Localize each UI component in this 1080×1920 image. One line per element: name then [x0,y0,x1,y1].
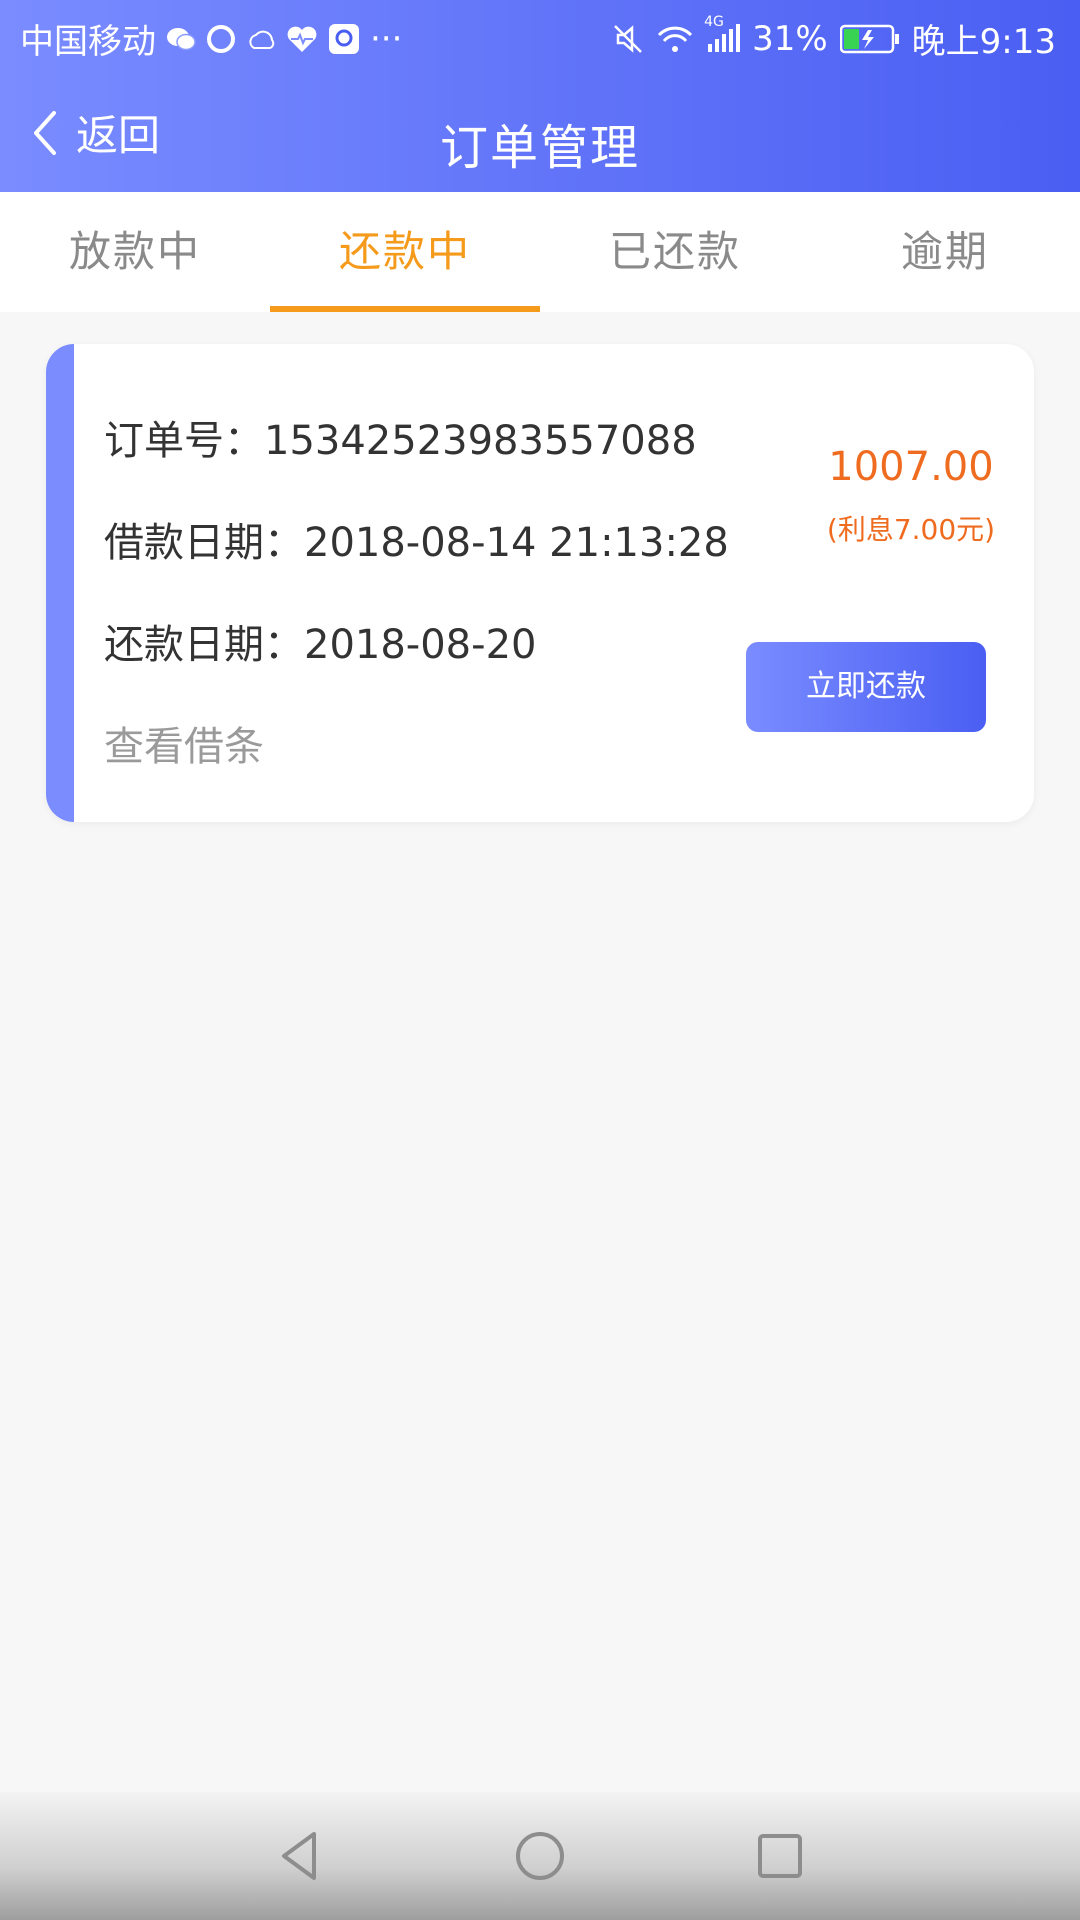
app-icon [328,23,360,55]
navigation-bar: 返回 订单管理 [0,72,1080,192]
battery-percent: 31% [752,18,828,59]
carrier-label: 中国移动 [20,22,156,62]
interest-amount: (利息7.00元) [826,513,996,546]
signal-icon: 4G [704,14,741,54]
repay-date-value: 2018-08-20 [304,622,537,668]
loan-date-row: 借款日期：2018-08-14 21:13:28 [104,510,729,568]
browser-icon [206,24,236,54]
more-icon: ··· [370,18,403,59]
tab-repaying[interactable]: 还款中 [270,192,540,312]
home-circle-icon[interactable] [510,1826,570,1886]
tab-overdue[interactable]: 逾期 [810,192,1080,312]
tab-bar: 放款中 还款中 已还款 逾期 [0,192,1080,312]
page-title: 订单管理 [439,120,640,176]
mute-icon [612,23,644,55]
wifi-icon [656,24,694,54]
network-type-label: 4G [704,13,724,30]
view-loan-note-link[interactable]: 查看借条 [104,714,264,772]
loan-date-value: 2018-08-14 21:13:28 [304,520,729,566]
tab-disbursing[interactable]: 放款中 [0,192,270,312]
recents-square-icon[interactable] [750,1826,810,1886]
repay-amount: 1007.00 [828,444,994,490]
battery-icon [839,24,900,54]
repay-now-button[interactable]: 立即还款 [746,642,986,732]
weather-icon [246,26,276,52]
app-header: 中国移动 ··· 4G 31% 晚上9:13 返回 订单管理 [0,0,1080,192]
order-card: 订单号：15342523983557088 借款日期：2018-08-14 21… [46,344,1034,822]
system-navigation-bar [0,1792,1080,1920]
loan-date-label: 借款日期： [104,520,304,566]
wechat-icon [166,25,196,53]
clock: 晚上9:13 [911,22,1056,62]
repay-date-label: 还款日期： [104,622,304,668]
health-icon [286,25,318,53]
back-triangle-icon[interactable] [270,1826,330,1886]
order-number-value: 15342523983557088 [264,418,697,464]
card-accent-bar [46,344,74,822]
tab-repaid[interactable]: 已还款 [540,192,810,312]
status-bar: 中国移动 ··· 4G 31% 晚上9:13 [0,0,1080,72]
repay-date-row: 还款日期：2018-08-20 [104,612,536,670]
order-number-label: 订单号： [104,418,264,464]
order-number-row: 订单号：15342523983557088 [104,408,697,466]
